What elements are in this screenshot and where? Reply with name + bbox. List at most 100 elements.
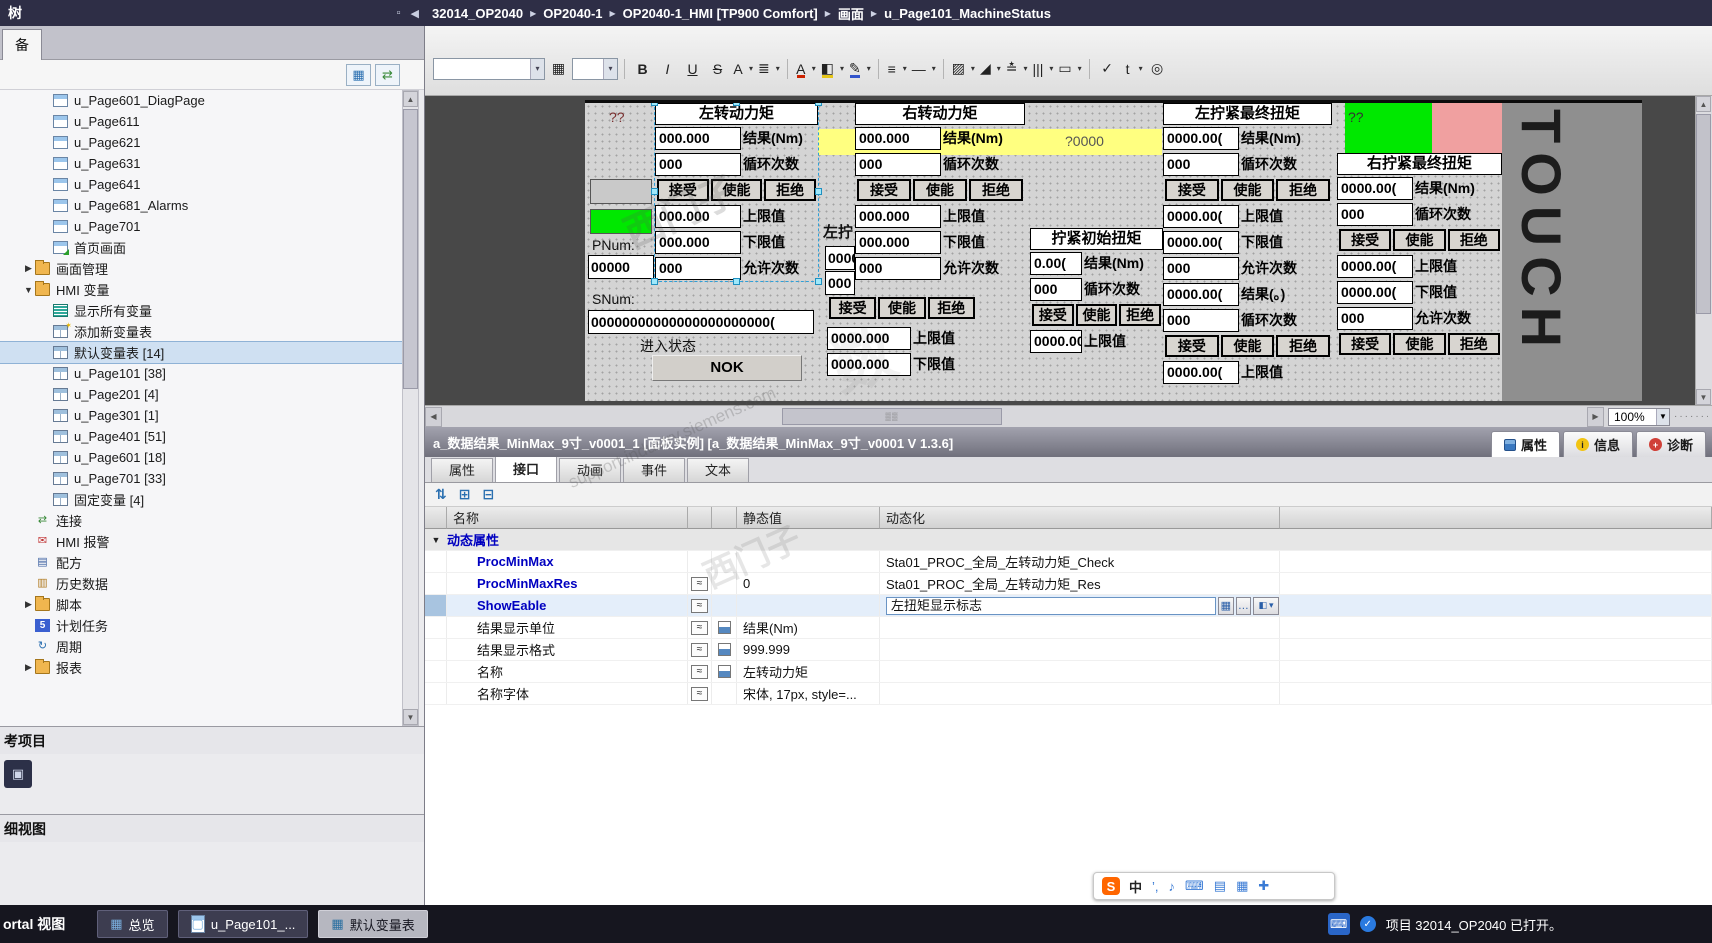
property-row[interactable]: 名称字体 ≈ 宋体, 17px, style=... [425, 683, 1712, 705]
hmi-io-field[interactable]: 0000.00( [1337, 280, 1413, 304]
breadcrumb-item[interactable]: 画面 [838, 4, 864, 23]
hmi-panel-right-torque[interactable]: 右转动力矩 000.000 结果(Nm) 000 循环次数 接受 使能 拒绝 000.000 上限… [855, 103, 1025, 281]
property-group-row[interactable]: ▼ 动态属性 [425, 529, 1712, 551]
scroll-down-icon[interactable]: ▼ [403, 709, 418, 725]
tree-item[interactable]: ✉ HMI 报警 [0, 531, 402, 552]
tree-item[interactable]: u_Page681_Alarms [0, 195, 402, 216]
tree-item[interactable]: ▶ 报表 [0, 657, 402, 678]
chevron-collapsed-icon[interactable]: ▶ [22, 263, 35, 274]
hmi-button[interactable]: 拒绝 [1447, 333, 1500, 355]
toolbox-icon[interactable]: ✚ [1258, 878, 1269, 894]
property-row[interactable]: 结果显示单位 ≈ 结果(Nm) [425, 617, 1712, 639]
border-color-button[interactable]: ✎ ▾ [847, 57, 872, 80]
scroll-up-icon[interactable]: ▲ [403, 91, 418, 107]
covered-field-1[interactable]: 0000 [825, 246, 855, 270]
hmi-io-field[interactable]: 000.000 [855, 126, 941, 150]
hmi-panel-initial-torque[interactable]: 拧紧初始扭矩0.00(结果(Nm)000循环次数接受使能拒绝0000.00(上限… [1030, 228, 1163, 354]
chevron-collapsed-icon[interactable]: ▶ [22, 599, 35, 610]
pane-tab-info[interactable]: i 信息 [1562, 431, 1633, 457]
dynamization-icon[interactable]: ≈ [691, 664, 708, 679]
selection-handle[interactable] [732, 278, 740, 285]
sort-ascending-button[interactable]: ⇅ [435, 486, 447, 503]
snum-field[interactable]: 00000000000000000000000( [588, 310, 814, 334]
property-row[interactable]: ProcMinMax Sta01_PROC_全局_左转动力矩_Check [425, 551, 1712, 573]
hmi-button[interactable]: 接受 [1339, 333, 1392, 355]
hmi-button[interactable]: 接受 [657, 179, 709, 201]
dynamization-input[interactable]: 左扭矩显示标志 [886, 596, 1216, 615]
tree-item[interactable]: u_Page601_DiagPage [0, 90, 402, 111]
tree-item[interactable]: ▤ 配方 [0, 552, 402, 573]
property-row[interactable]: 名称 ≈ 左转动力矩 [425, 661, 1712, 683]
hmi-panel-left-torque[interactable]: 左转动力矩 000.000 结果(Nm) 000 循环次数 接受 使能 拒绝 000.000 上限… [651, 103, 822, 285]
pnum-field[interactable]: 00000 [588, 255, 654, 279]
hmi-io-field[interactable]: 0000.00( [1163, 282, 1239, 306]
hmi-button[interactable]: 拒绝 [764, 179, 817, 201]
collapse-left-icon[interactable]: ◀ [411, 7, 419, 20]
line-weight-button[interactable]: — ▾ [910, 57, 937, 80]
format-icon[interactable] [717, 665, 731, 678]
status-rect-gray[interactable] [590, 179, 652, 204]
hmi-button[interactable]: 拒绝 [1119, 304, 1162, 326]
tree-item[interactable]: ▶ 画面管理 [0, 258, 402, 279]
hmi-button[interactable]: 拒绝 [1447, 229, 1500, 251]
sync-view-button[interactable]: ⇄ [375, 63, 400, 86]
bold-button[interactable]: B [631, 57, 654, 80]
tree-item[interactable]: ▶ 脚本 [0, 594, 402, 615]
hmi-io-field[interactable]: 000.000 [655, 204, 741, 228]
tree-item[interactable]: 固定变量 [4] [0, 489, 402, 510]
hmi-io-field[interactable]: 0.00( [1030, 251, 1082, 275]
hmi-io-field[interactable]: 0000.00( [1163, 360, 1239, 384]
tag-table-button[interactable]: ▦ [1218, 596, 1234, 615]
input-indicator-icon[interactable]: ⌨ [1327, 913, 1350, 935]
hmi-io-field[interactable]: 0000.00( [1163, 204, 1239, 228]
screen-editor-canvas[interactable]: TOUCH?? ?0000?? PNum: 00000 SNum: 00000000000… [425, 96, 1712, 405]
tree-item[interactable]: u_Page701 [0, 216, 402, 237]
hmi-io-field[interactable]: 000 [655, 256, 741, 280]
zoom-select-button[interactable]: ◎ [1146, 57, 1169, 80]
selection-handle[interactable] [732, 103, 740, 106]
tree-item[interactable]: 默认变量表 [14] [0, 341, 402, 364]
hmi-io-field[interactable]: 0000.00( [1163, 126, 1239, 150]
reference-projects-section[interactable]: 考项目 [0, 726, 424, 754]
tree-scrollbar[interactable]: ▲ ▼ [402, 90, 419, 726]
breadcrumb-item[interactable]: OP2040-1 [543, 6, 602, 21]
scroll-right-icon[interactable]: ▶ [1587, 406, 1604, 427]
distribute-button[interactable]: ||| ▾ [1030, 57, 1054, 80]
tree-item[interactable]: ▥ 历史数据 [0, 573, 402, 594]
hmi-button[interactable]: 使能 [1220, 335, 1275, 357]
hmi-button[interactable]: 使能 [1075, 304, 1118, 326]
scroll-left-icon[interactable]: ◀ [425, 406, 442, 427]
properties-tab[interactable]: 事件 [623, 458, 685, 482]
hmi-button[interactable]: 使能 [913, 179, 967, 201]
canvas-vertical-scrollbar[interactable]: ▲ ▼ [1695, 96, 1712, 405]
selection-handle[interactable] [651, 188, 658, 195]
punctuation-icon[interactable]: ’, [1152, 879, 1159, 894]
hmi-io-field[interactable]: 0000.000 [827, 352, 911, 376]
format-icon[interactable] [717, 643, 731, 656]
tree-item[interactable]: ⇄ 连接 [0, 510, 402, 531]
hmi-button[interactable]: 使能 [1393, 229, 1446, 251]
font-size-combo[interactable]: ▾ [572, 57, 618, 80]
zoom-slider[interactable]: ······· [1674, 411, 1708, 422]
hmi-button[interactable]: 接受 [1165, 335, 1219, 357]
font-family-combo[interactable]: ▾ [433, 57, 545, 80]
scrollbar-thumb[interactable]: ▒▒ [782, 407, 1002, 425]
scrollbar-thumb[interactable] [403, 109, 418, 389]
hmi-io-field[interactable]: 000 [1163, 152, 1239, 176]
format-icon[interactable] [717, 621, 731, 634]
tree-item[interactable]: ▼ HMI 变量 [0, 279, 402, 300]
chevron-collapsed-icon[interactable]: ▶ [22, 662, 35, 673]
tree-item[interactable]: 显示所有变量 [0, 300, 402, 321]
nok-button[interactable]: NOK [652, 355, 802, 381]
hmi-button[interactable]: 接受 [857, 179, 911, 201]
hmi-button[interactable]: 拒绝 [969, 179, 1023, 201]
tree-item[interactable]: 添加新变量表 [0, 319, 402, 342]
font-color-button[interactable]: A ▾ [794, 57, 817, 80]
pane-tab-diagnostics[interactable]: + 诊断 [1635, 431, 1706, 457]
hmi-io-field[interactable]: 000.000 [855, 204, 941, 228]
taskbar-button[interactable]: ▦ 默认变量表 [318, 910, 428, 938]
breadcrumb-item[interactable]: OP2040-1_HMI [TP900 Comfort] [623, 6, 818, 21]
hmi-button[interactable]: 拒绝 [1276, 179, 1331, 201]
italic-button[interactable]: I [656, 57, 679, 80]
chinese-mode-icon[interactable]: 中 [1129, 877, 1142, 896]
